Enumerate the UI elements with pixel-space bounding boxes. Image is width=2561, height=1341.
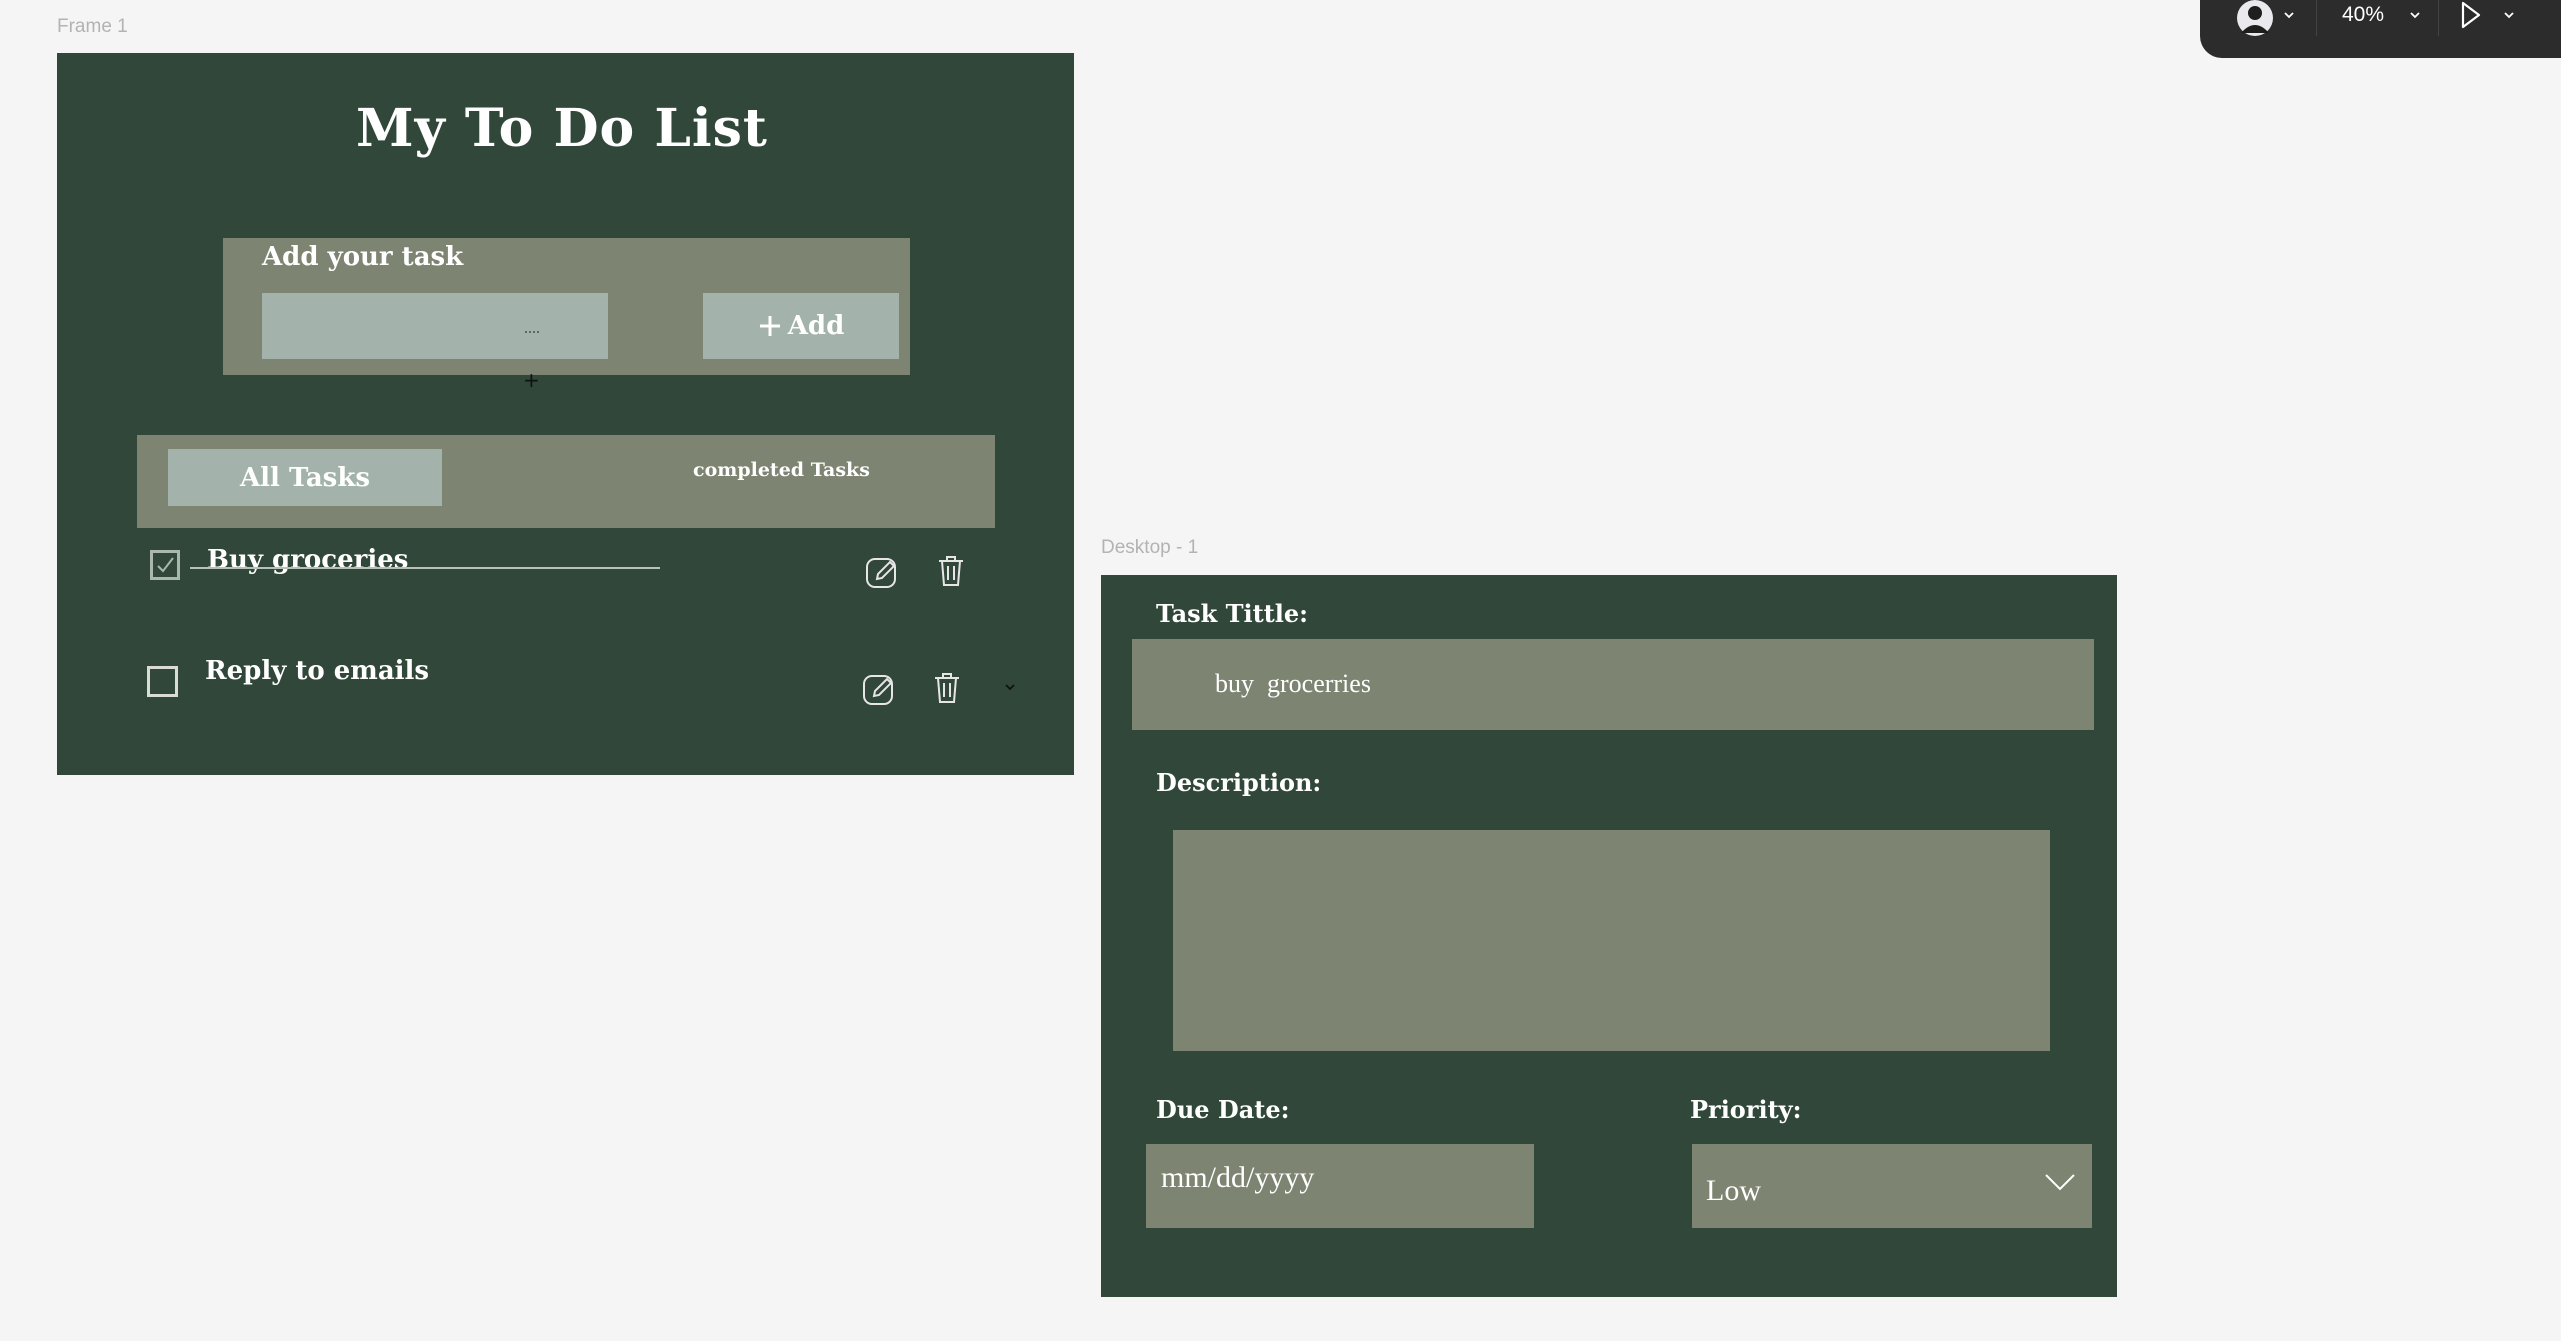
task-title: Reply to emails [205,656,430,686]
task-title-field[interactable]: buy grocerries [1132,639,2094,730]
page-title: My To Do List [356,98,768,159]
due-date-label: Due Date: [1156,1095,1290,1124]
desktop1-label[interactable]: Desktop - 1 [1101,537,1198,559]
frame1-label[interactable]: Frame 1 [57,16,128,38]
chevron-down-icon [2045,1174,2075,1191]
task-input[interactable] [262,293,608,359]
frame1: My To Do List Add your task Add + All Ta… [57,53,1074,775]
chevron-down-icon[interactable] [2282,8,2296,22]
desktop1: Task Tittle: buy grocerries Description:… [1101,575,2117,1297]
play-chevron-icon[interactable] [2502,8,2516,22]
description-field[interactable] [1173,830,2050,1051]
task-row: Buy groceries [150,545,1030,615]
task-checkbox[interactable] [147,666,178,697]
input-cursor-dots [525,331,539,333]
edit-icon[interactable] [864,554,900,590]
tab-completed-tasks[interactable]: completed Tasks [693,459,870,481]
zoom-chevron-icon[interactable] [2408,8,2422,22]
priority-label: Priority: [1690,1095,1802,1124]
task-title: Buy groceries [207,545,409,575]
trash-icon[interactable] [936,554,966,588]
toolbar-divider [2316,0,2317,36]
task-title-label: Task Tittle: [1156,599,1309,628]
due-date-field[interactable]: mm/dd/yyyy [1146,1144,1534,1228]
task-title-value: buy grocerries [1215,669,1371,698]
crosshair-cursor: + [523,368,540,392]
check-icon [157,557,174,573]
avatar[interactable] [2235,0,2275,36]
tab-all-tasks[interactable]: All Tasks [168,449,442,506]
add-task-label: Add your task [262,242,464,272]
add-button-label: Add [787,311,845,341]
avatar-icon [2237,0,2273,36]
due-date-placeholder: mm/dd/yyyy [1161,1161,1315,1194]
add-button[interactable]: Add [703,293,899,359]
priority-value: Low [1706,1174,1761,1207]
plus-icon [759,316,780,336]
strikethrough-line [190,567,660,569]
task-row: Reply to emails [147,656,1027,726]
edit-icon[interactable] [861,671,897,707]
toolbar-divider [2438,0,2439,36]
top-toolbar: 40% [2200,0,2561,58]
trash-icon[interactable] [932,671,962,705]
tab-all-tasks-label: All Tasks [240,462,370,493]
zoom-level[interactable]: 40% [2342,3,2384,27]
description-label: Description: [1156,768,1322,797]
task-checkbox[interactable] [150,550,180,580]
play-icon[interactable] [2456,0,2484,30]
tabs-bar: All Tasks completed Tasks [137,435,995,528]
scroll-chevron-icon[interactable] [1003,680,1017,694]
priority-select[interactable]: Low [1692,1144,2092,1228]
add-task-panel: Add your task Add [223,238,910,375]
